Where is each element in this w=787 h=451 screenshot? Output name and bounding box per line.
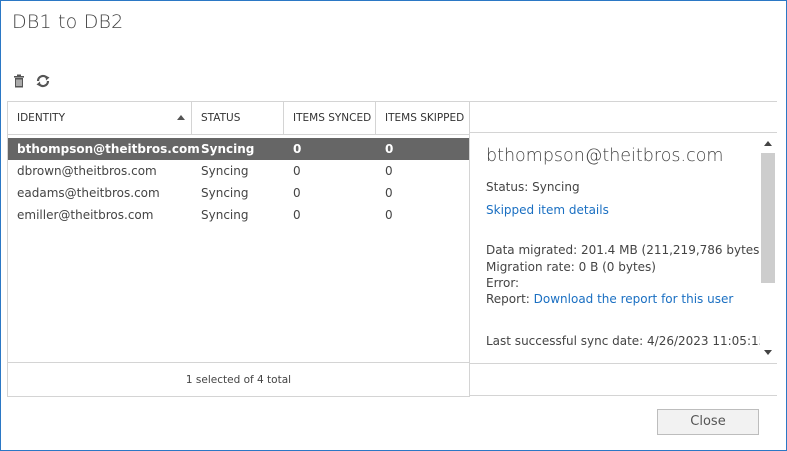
column-header-identity[interactable]: IDENTITY — [8, 102, 192, 134]
table-row[interactable]: dbrown@theitbros.com Syncing 0 0 — [8, 160, 469, 182]
cell-status: Syncing — [201, 164, 249, 178]
list-header: IDENTITY STATUS ITEMS SYNCED ITEMS SKIPP… — [8, 102, 469, 135]
detail-report: Report: Download the report for this use… — [486, 292, 733, 306]
cell-identity: bthompson@theitbros.com — [17, 142, 200, 156]
detail-divider — [470, 101, 777, 102]
toolbar — [11, 73, 51, 91]
cell-items-synced: 0 — [293, 164, 301, 178]
column-header-status[interactable]: STATUS — [192, 102, 284, 134]
skipped-item-details-link[interactable]: Skipped item details — [486, 203, 609, 217]
table-row[interactable]: emiller@theitbros.com Syncing 0 0 — [8, 204, 469, 226]
sort-ascending-icon — [177, 115, 185, 120]
detail-divider — [470, 395, 777, 396]
column-header-items-synced[interactable]: ITEMS SYNCED — [284, 102, 376, 134]
selection-count: 1 selected of 4 total — [8, 362, 469, 397]
cell-items-skipped: 0 — [385, 208, 393, 222]
detail-last-sync: Last successful sync date: 4/26/2023 11:… — [486, 334, 777, 348]
column-label: STATUS — [201, 112, 241, 124]
refresh-icon[interactable] — [35, 73, 51, 89]
detail-error: Error: — [486, 276, 520, 290]
cell-items-skipped: 0 — [385, 164, 393, 178]
cell-status: Syncing — [201, 186, 249, 200]
cell-items-skipped: 0 — [385, 186, 393, 200]
detail-data-migrated: Data migrated: 201.4 MB (211,219,786 byt… — [486, 243, 765, 257]
cell-identity: eadams@theitbros.com — [17, 186, 160, 200]
cell-status: Syncing — [201, 142, 255, 156]
column-label: ITEMS SKIPPED — [385, 112, 465, 124]
cell-status: Syncing — [201, 208, 249, 222]
table-rows: bthompson@theitbros.com Syncing 0 0 dbro… — [8, 138, 469, 226]
close-button[interactable]: Close — [657, 409, 759, 435]
cell-items-synced: 0 — [293, 186, 301, 200]
detail-pane: bthompson@theitbros.com Status: Syncing … — [470, 132, 777, 364]
scroll-thumb[interactable] — [761, 153, 775, 283]
scroll-down-icon[interactable] — [764, 350, 772, 355]
scroll-up-icon[interactable] — [764, 141, 772, 146]
mailbox-list: IDENTITY STATUS ITEMS SYNCED ITEMS SKIPP… — [7, 101, 470, 397]
cell-items-skipped: 0 — [385, 142, 394, 156]
table-row[interactable]: bthompson@theitbros.com Syncing 0 0 — [8, 138, 469, 160]
trash-icon[interactable] — [11, 73, 27, 89]
download-report-link[interactable]: Download the report for this user — [534, 292, 734, 306]
cell-items-synced: 0 — [293, 142, 302, 156]
cell-identity: dbrown@theitbros.com — [17, 164, 157, 178]
dialog-title: DB1 to DB2 — [12, 11, 124, 33]
report-label: Report: — [486, 292, 534, 306]
detail-migration-rate: Migration rate: 0 B (0 bytes) — [486, 260, 656, 274]
cell-items-synced: 0 — [293, 208, 301, 222]
cell-identity: emiller@theitbros.com — [17, 208, 154, 222]
column-label: IDENTITY — [17, 112, 66, 124]
column-label: ITEMS SYNCED — [293, 112, 372, 124]
detail-status: Status: Syncing — [486, 180, 580, 194]
detail-identity: bthompson@theitbros.com — [486, 146, 724, 166]
table-row[interactable]: eadams@theitbros.com Syncing 0 0 — [8, 182, 469, 204]
detail-scrollbar[interactable] — [760, 133, 777, 363]
migration-dialog: DB1 to DB2 IDENTITY STATUS ITEMS SYNCED … — [0, 0, 787, 451]
column-header-items-skipped[interactable]: ITEMS SKIPPED — [376, 102, 469, 134]
